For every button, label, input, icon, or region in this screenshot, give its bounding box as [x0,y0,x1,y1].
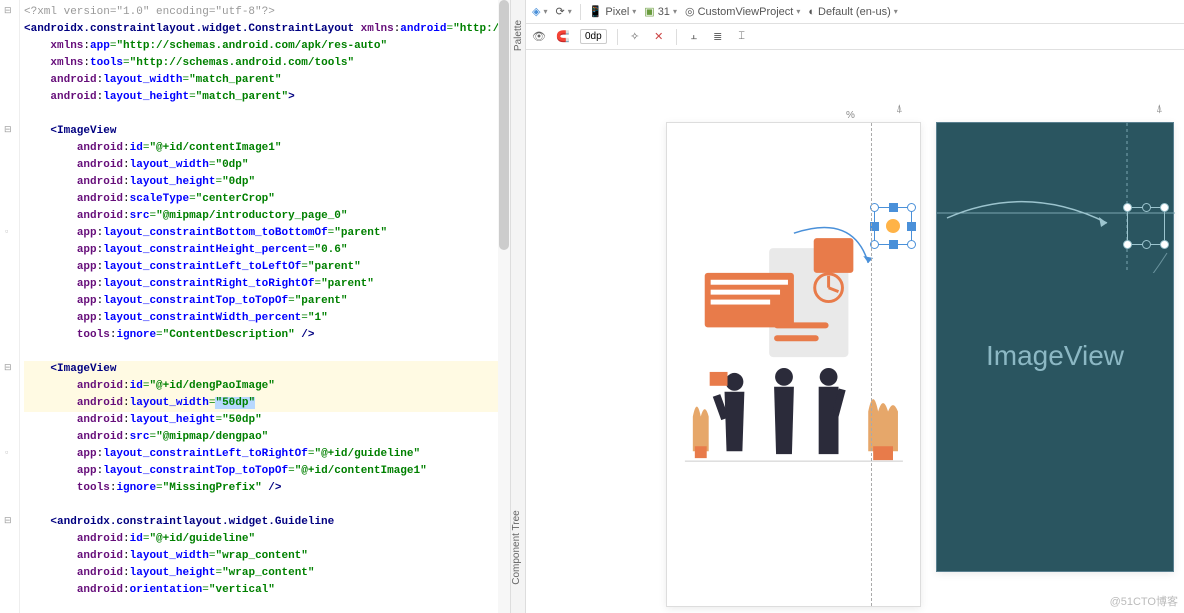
lightbulb-icon [886,219,900,233]
code-line[interactable]: android:id="@+id/contentImage1" [24,140,510,157]
ruler-percent: % [846,110,855,121]
code-line[interactable] [24,497,510,514]
code-line[interactable]: android:layout_width="0dp" [24,157,510,174]
api-selector[interactable]: ▣ 31▾ [644,5,677,18]
guideline-icon[interactable]: ⌶ [735,30,749,44]
palette-sidebar[interactable]: Palette Component Tree [510,0,526,613]
code-line[interactable]: <ImageView [24,361,510,378]
code-line[interactable] [24,344,510,361]
design-panel: ◈▾ ⟳▾ 📱 Pixel▾ ▣ 31▾ ◎ CustomViewProject… [526,0,1184,613]
code-line[interactable]: android:src="@mipmap/introductory_page_0… [24,208,510,225]
infer-constraints-icon[interactable]: ✧ [628,30,642,44]
code-line[interactable]: app:layout_constraintRight_toRightOf="pa… [24,276,510,293]
editor-gutter: ⊟ ⊟ ⊟ ▫ ▫ ⊟ [0,0,20,613]
code-line[interactable]: tools:ignore="MissingPrefix" /> [24,480,510,497]
code-line[interactable]: app:layout_constraintLeft_toRightOf="@+i… [24,446,510,463]
code-line[interactable]: <ImageView [24,123,510,140]
align-icon[interactable]: ≣ [711,30,725,44]
code-line[interactable]: <?xml version="1.0" encoding="utf-8"?> [24,4,510,21]
blueprint-preview[interactable]: ImageView [936,122,1174,572]
watermark: @51CTO博客 [1110,593,1178,609]
code-line[interactable]: android:layout_height="match_parent"> [24,89,510,106]
code-line[interactable]: android:layout_width="match_parent" [24,72,510,89]
code-line[interactable]: android:layout_height="wrap_content" [24,565,510,582]
handle-icon[interactable]: ⍋ [1156,104,1168,116]
design-canvas[interactable]: % ⍋ ⍋ [526,50,1184,613]
code-line[interactable]: xmlns:app="http://schemas.android.com/ap… [24,38,510,55]
code-line[interactable]: android:layout_width="50dp" [24,395,510,412]
scrollbar-thumb[interactable] [499,0,509,250]
code-line[interactable]: app:layout_constraintBottom_toBottomOf="… [24,225,510,242]
code-line[interactable]: android:id="@+id/dengPaoImage" [24,378,510,395]
guideline-indicator[interactable] [871,123,872,606]
code-line[interactable]: android:layout_height="0dp" [24,174,510,191]
selection-box[interactable] [874,207,912,245]
code-line[interactable] [24,106,510,123]
code-editor[interactable]: ⊟ ⊟ ⊟ ▫ ▫ ⊟ <?xml version="1.0" encoding… [0,0,510,613]
component-tree-label: Component Tree [511,510,522,585]
code-line[interactable]: android:src="@mipmap/dengpao" [24,429,510,446]
fold-icon[interactable]: ⊟ [4,6,14,16]
blueprint-constraints [937,123,1184,273]
palette-label: Palette [513,20,524,51]
code-line[interactable]: <androidx.constraintlayout.widget.Constr… [24,21,510,38]
code-line[interactable]: android:layout_height="50dp" [24,412,510,429]
autoconnect-icon[interactable]: 🧲 [556,30,570,44]
code-line[interactable]: tools:ignore="ContentDescription" /> [24,327,510,344]
view-options-icon[interactable]: 👁 [532,30,546,44]
clear-constraints-icon[interactable]: ✕ [652,30,666,44]
vertical-scrollbar[interactable] [498,0,510,613]
code-content[interactable]: <?xml version="1.0" encoding="utf-8"?><a… [20,0,510,603]
code-line[interactable]: app:layout_constraintLeft_toLeftOf="pare… [24,259,510,276]
fold-icon[interactable]: ⊟ [4,125,14,135]
image-gutter-icon: ▫ [4,448,14,458]
design-preview[interactable] [666,122,921,607]
code-line[interactable]: app:layout_constraintHeight_percent="0.6… [24,242,510,259]
locale-selector[interactable]: ◐ Default (en-us)▾ [808,6,897,18]
design-toolbar-1: ◈▾ ⟳▾ 📱 Pixel▾ ▣ 31▾ ◎ CustomViewProject… [526,0,1184,24]
code-line[interactable]: app:layout_constraintTop_toTopOf="parent… [24,293,510,310]
code-line[interactable]: android:scaleType="centerCrop" [24,191,510,208]
code-line[interactable]: app:layout_constraintTop_toTopOf="@+id/c… [24,463,510,480]
pack-icon[interactable]: ⫠ [687,30,701,44]
fold-icon[interactable]: ⊟ [4,516,14,526]
theme-selector[interactable]: ◎ CustomViewProject▾ [685,5,800,18]
code-line[interactable]: xmlns:tools="http://schemas.android.com/… [24,55,510,72]
orientation-selector[interactable]: ⟳▾ [555,5,571,18]
blueprint-selection[interactable] [1127,207,1165,245]
surface-selector[interactable]: ◈▾ [532,5,547,18]
code-line[interactable]: android:orientation="vertical" [24,582,510,599]
image-gutter-icon: ▫ [4,227,14,237]
code-line[interactable]: android:layout_width="wrap_content" [24,548,510,565]
handle-icon[interactable]: ⍋ [896,104,908,116]
code-line[interactable]: app:layout_constraintWidth_percent="1" [24,310,510,327]
code-line[interactable]: android:id="@+id/guideline" [24,531,510,548]
imageview-placeholder-label: ImageView [986,340,1124,372]
code-line[interactable]: <androidx.constraintlayout.widget.Guidel… [24,514,510,531]
default-margin[interactable]: 0dp [580,29,607,44]
fold-icon[interactable]: ⊟ [4,363,14,373]
design-toolbar-2: 👁 🧲 0dp ✧ ✕ ⫠ ≣ ⌶ [526,24,1184,50]
device-selector[interactable]: 📱 Pixel▾ [589,5,637,18]
